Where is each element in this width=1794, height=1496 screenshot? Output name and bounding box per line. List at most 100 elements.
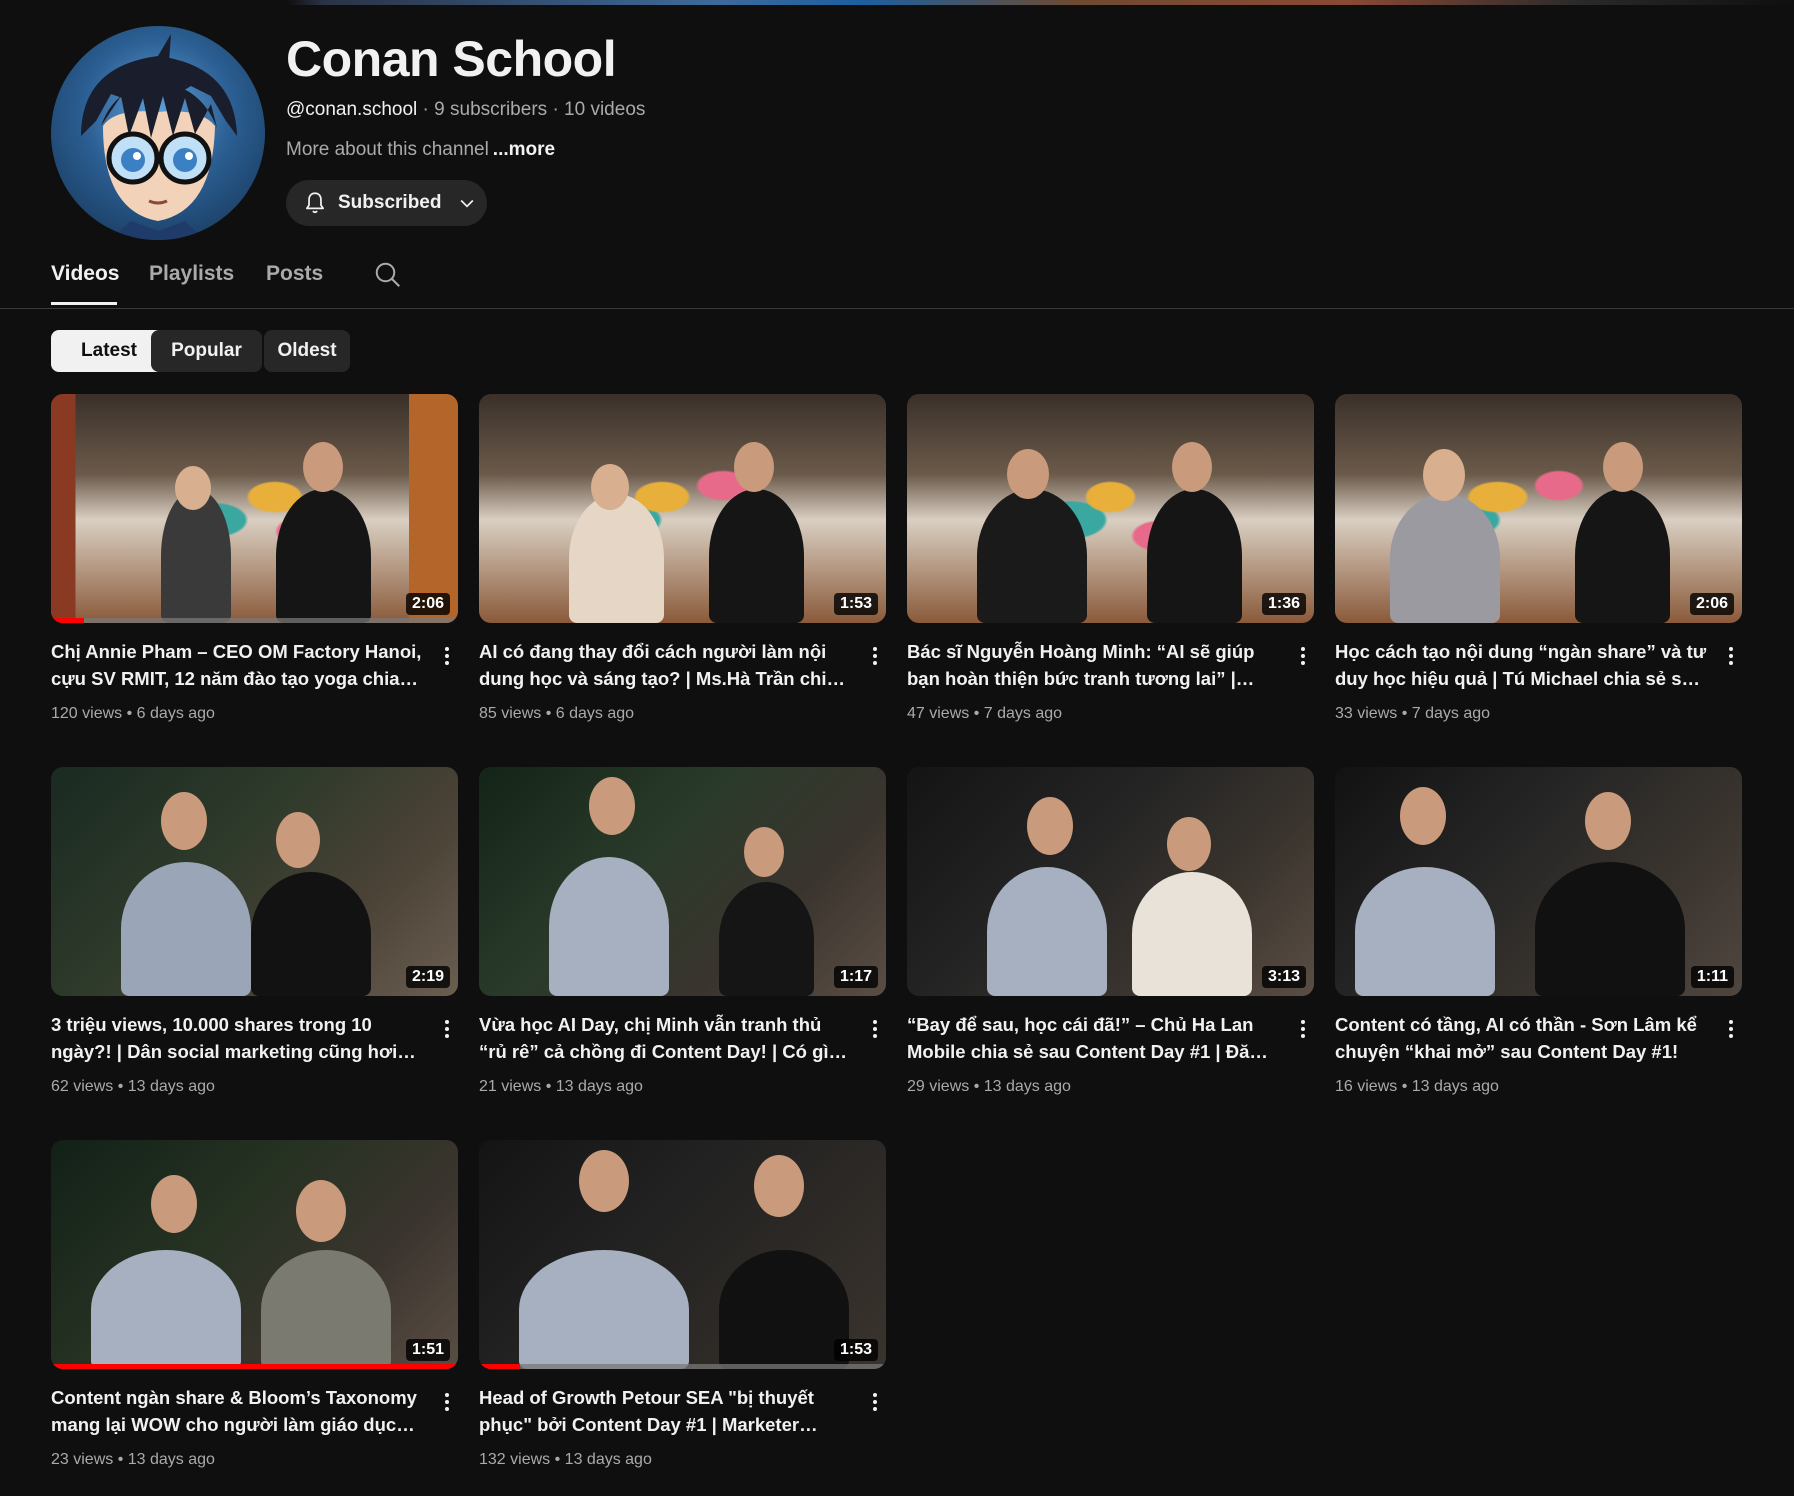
video-title[interactable]: Content ngàn share & Bloom’s Taxonomy ma… <box>51 1384 423 1438</box>
video-thumbnail[interactable]: 1:36 <box>907 394 1314 623</box>
video-duration: 2:19 <box>405 966 450 988</box>
about-text: More about this channel <box>286 139 489 160</box>
video-thumbnail[interactable]: 2:06 <box>51 394 458 623</box>
video-title[interactable]: 3 triệu views, 10.000 shares trong 10 ng… <box>51 1011 423 1065</box>
video-title[interactable]: AI có đang thay đổi cách người làm nội d… <box>479 638 851 692</box>
video-meta: 16 views • 13 days ago <box>1335 1078 1499 1096</box>
tab-posts[interactable]: Posts <box>266 262 323 286</box>
more-actions-button[interactable] <box>869 1017 881 1043</box>
video-duration: 2:06 <box>405 593 450 615</box>
view-count: 47 views <box>907 705 970 722</box>
upload-age: 7 days ago <box>983 705 1063 722</box>
channel-about[interactable]: More about this channel ...more <box>286 139 555 161</box>
more-actions-button[interactable] <box>1297 644 1309 670</box>
channel-handle[interactable]: @conan.school <box>286 99 417 120</box>
video-duration: 3:13 <box>1261 966 1306 988</box>
channel-avatar[interactable] <box>51 26 265 240</box>
video-thumbnail[interactable]: 3:13 <box>907 767 1314 996</box>
meta-dot: • <box>973 1078 980 1095</box>
upload-age: 7 days ago <box>1411 705 1491 722</box>
video-thumbnail[interactable]: 1:51 <box>51 1140 458 1369</box>
meta-dot: • <box>1401 705 1408 722</box>
upload-age: 6 days ago <box>555 705 635 722</box>
watch-progress-fill <box>51 1364 458 1369</box>
video-meta: 132 views • 13 days ago <box>479 1451 652 1469</box>
watch-progress <box>479 1364 886 1369</box>
video-meta: 29 views • 13 days ago <box>907 1078 1071 1096</box>
video-count: 10 videos <box>564 99 646 120</box>
video-card: 3:13 “Bay để sau, học cái đã!” – Chủ Ha … <box>907 767 1314 1095</box>
upload-age: 13 days ago <box>127 1078 215 1095</box>
meta-dot: • <box>1401 1078 1408 1095</box>
video-card: 2:19 3 triệu views, 10.000 shares trong … <box>51 767 458 1095</box>
channel-banner <box>0 0 1794 5</box>
video-duration: 1:36 <box>1261 593 1306 615</box>
chip-popular[interactable]: Popular <box>151 330 262 372</box>
meta-dot: • <box>126 705 133 722</box>
video-card: 1:51 Content ngàn share & Bloom’s Taxono… <box>51 1140 458 1468</box>
video-thumbnail[interactable]: 1:17 <box>479 767 886 996</box>
meta-dot: • <box>973 705 980 722</box>
video-card: 1:17 Vừa học AI Day, chị Minh vẫn tranh … <box>479 767 886 1095</box>
upload-age: 13 days ago <box>1411 1078 1499 1095</box>
more-actions-button[interactable] <box>441 644 453 670</box>
meta-dot: • <box>545 705 552 722</box>
video-meta: 85 views • 6 days ago <box>479 705 634 723</box>
video-title[interactable]: Bác sĩ Nguyễn Hoàng Minh: “AI sẽ giúp bạ… <box>907 638 1279 692</box>
tab-videos[interactable]: Videos <box>51 262 119 286</box>
about-more-link[interactable]: ...more <box>493 139 555 160</box>
video-title[interactable]: “Bay để sau, học cái đã!” – Chủ Ha Lan M… <box>907 1011 1279 1065</box>
video-thumbnail[interactable]: 2:19 <box>51 767 458 996</box>
meta-separator: · <box>422 99 429 120</box>
more-actions-button[interactable] <box>441 1390 453 1416</box>
view-count: 85 views <box>479 705 542 722</box>
more-actions-button[interactable] <box>1297 1017 1309 1043</box>
channel-meta: @conan.school · 9 subscribers · 10 video… <box>286 99 645 121</box>
video-thumbnail[interactable]: 2:06 <box>1335 394 1742 623</box>
more-actions-button[interactable] <box>1725 1017 1737 1043</box>
video-thumbnail[interactable]: 1:53 <box>479 394 886 623</box>
meta-dot: • <box>545 1078 552 1095</box>
video-title[interactable]: Vừa học AI Day, chị Minh vẫn tranh thủ “… <box>479 1011 851 1065</box>
video-title[interactable]: Học cách tạo nội dung “ngàn share” và tư… <box>1335 638 1707 692</box>
bell-icon <box>306 192 324 214</box>
upload-age: 13 days ago <box>564 1451 652 1468</box>
tab-search-button[interactable] <box>373 260 403 295</box>
upload-age: 13 days ago <box>127 1451 215 1468</box>
video-card: 2:06 Chị Annie Pham – CEO OM Factory Han… <box>51 394 458 722</box>
more-actions-button[interactable] <box>869 644 881 670</box>
view-count: 16 views <box>1335 1078 1398 1095</box>
video-duration: 1:11 <box>1690 966 1734 988</box>
more-actions-button[interactable] <box>869 1390 881 1416</box>
view-count: 120 views <box>51 705 123 722</box>
upload-age: 13 days ago <box>983 1078 1071 1095</box>
video-duration: 2:06 <box>1689 593 1734 615</box>
search-icon <box>375 262 400 287</box>
video-thumbnail[interactable]: 1:11 <box>1335 767 1742 996</box>
watch-progress <box>51 1364 458 1369</box>
watch-progress <box>51 618 458 623</box>
video-meta: 62 views • 13 days ago <box>51 1078 215 1096</box>
chip-oldest[interactable]: Oldest <box>264 330 350 372</box>
video-thumbnail[interactable]: 1:53 <box>479 1140 886 1369</box>
video-meta: 120 views • 6 days ago <box>51 705 215 723</box>
upload-age: 13 days ago <box>555 1078 643 1095</box>
chip-latest[interactable]: Latest <box>51 330 167 372</box>
video-title[interactable]: Chị Annie Pham – CEO OM Factory Hanoi, c… <box>51 638 423 692</box>
more-actions-button[interactable] <box>1725 644 1737 670</box>
video-card: 2:06 Học cách tạo nội dung “ngàn share” … <box>1335 394 1742 722</box>
video-card: 1:53 AI có đang thay đổi cách người làm … <box>479 394 886 722</box>
subscribed-button[interactable]: Subscribed <box>286 180 487 226</box>
meta-dot: • <box>117 1451 124 1468</box>
tab-playlists[interactable]: Playlists <box>149 262 234 286</box>
subscribed-label: Subscribed <box>338 192 442 213</box>
view-count: 132 views <box>479 1451 551 1468</box>
meta-dot: • <box>554 1451 561 1468</box>
video-title[interactable]: Content có tầng, AI có thần - Sơn Lâm kể… <box>1335 1011 1707 1065</box>
subscriber-count: 9 subscribers <box>434 99 548 120</box>
more-actions-button[interactable] <box>441 1017 453 1043</box>
chevron-down-icon <box>461 199 474 208</box>
view-count: 29 views <box>907 1078 970 1095</box>
video-title[interactable]: Head of Growth Petour SEA "bị thuyết phụ… <box>479 1384 851 1438</box>
channel-name: Conan School <box>286 31 617 87</box>
